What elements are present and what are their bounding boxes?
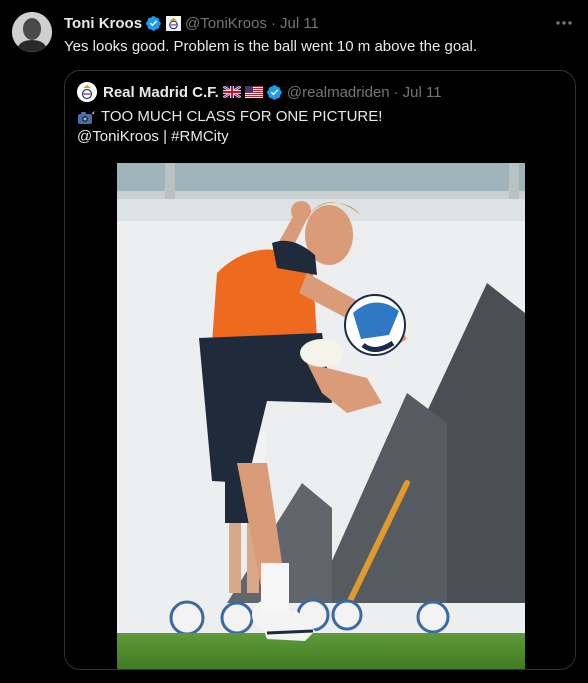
author-name[interactable]: Toni Kroos — [64, 15, 142, 32]
quoted-photo[interactable] — [117, 163, 525, 669]
quoted-header: Real Madrid C.F. @realmadriden · Jul 11 — [77, 82, 442, 102]
tweet-header: Toni Kroos @ToniKroos · Jul 11 — [64, 13, 319, 33]
camera-flash-icon — [78, 109, 95, 124]
verified-badge-icon — [266, 84, 282, 100]
tweet: Toni Kroos @ToniKroos · Jul 11 Yes looks… — [0, 0, 588, 683]
real-madrid-badge-icon — [166, 15, 182, 31]
quoted-date[interactable]: Jul 11 — [403, 84, 442, 101]
tweet-text: Yes looks good. Problem is the ball went… — [64, 38, 478, 55]
quoted-author-name[interactable]: Real Madrid C.F. — [103, 84, 219, 101]
separator: · — [393, 83, 399, 101]
quoted-line-2[interactable]: @ToniKroos | #RMCity — [77, 127, 382, 147]
separator: · — [270, 14, 276, 32]
uk-flag — [222, 86, 241, 98]
quoted-line-1: TOO MUCH CLASS FOR ONE PICTURE! — [101, 108, 383, 125]
avatar[interactable] — [12, 12, 52, 52]
more-options-icon[interactable] — [554, 13, 574, 33]
author-handle[interactable]: @ToniKroos — [185, 15, 267, 32]
quoted-text: TOO MUCH CLASS FOR ONE PICTURE! @ToniKro… — [77, 107, 382, 147]
quoted-tweet[interactable]: Real Madrid C.F. @realmadriden · Jul 11 … — [64, 70, 576, 670]
verified-badge-icon — [146, 15, 161, 31]
quoted-avatar[interactable] — [77, 82, 97, 102]
us-flag — [244, 86, 263, 98]
tweet-date[interactable]: Jul 11 — [280, 15, 319, 32]
quoted-handle[interactable]: @realmadriden — [287, 84, 390, 101]
